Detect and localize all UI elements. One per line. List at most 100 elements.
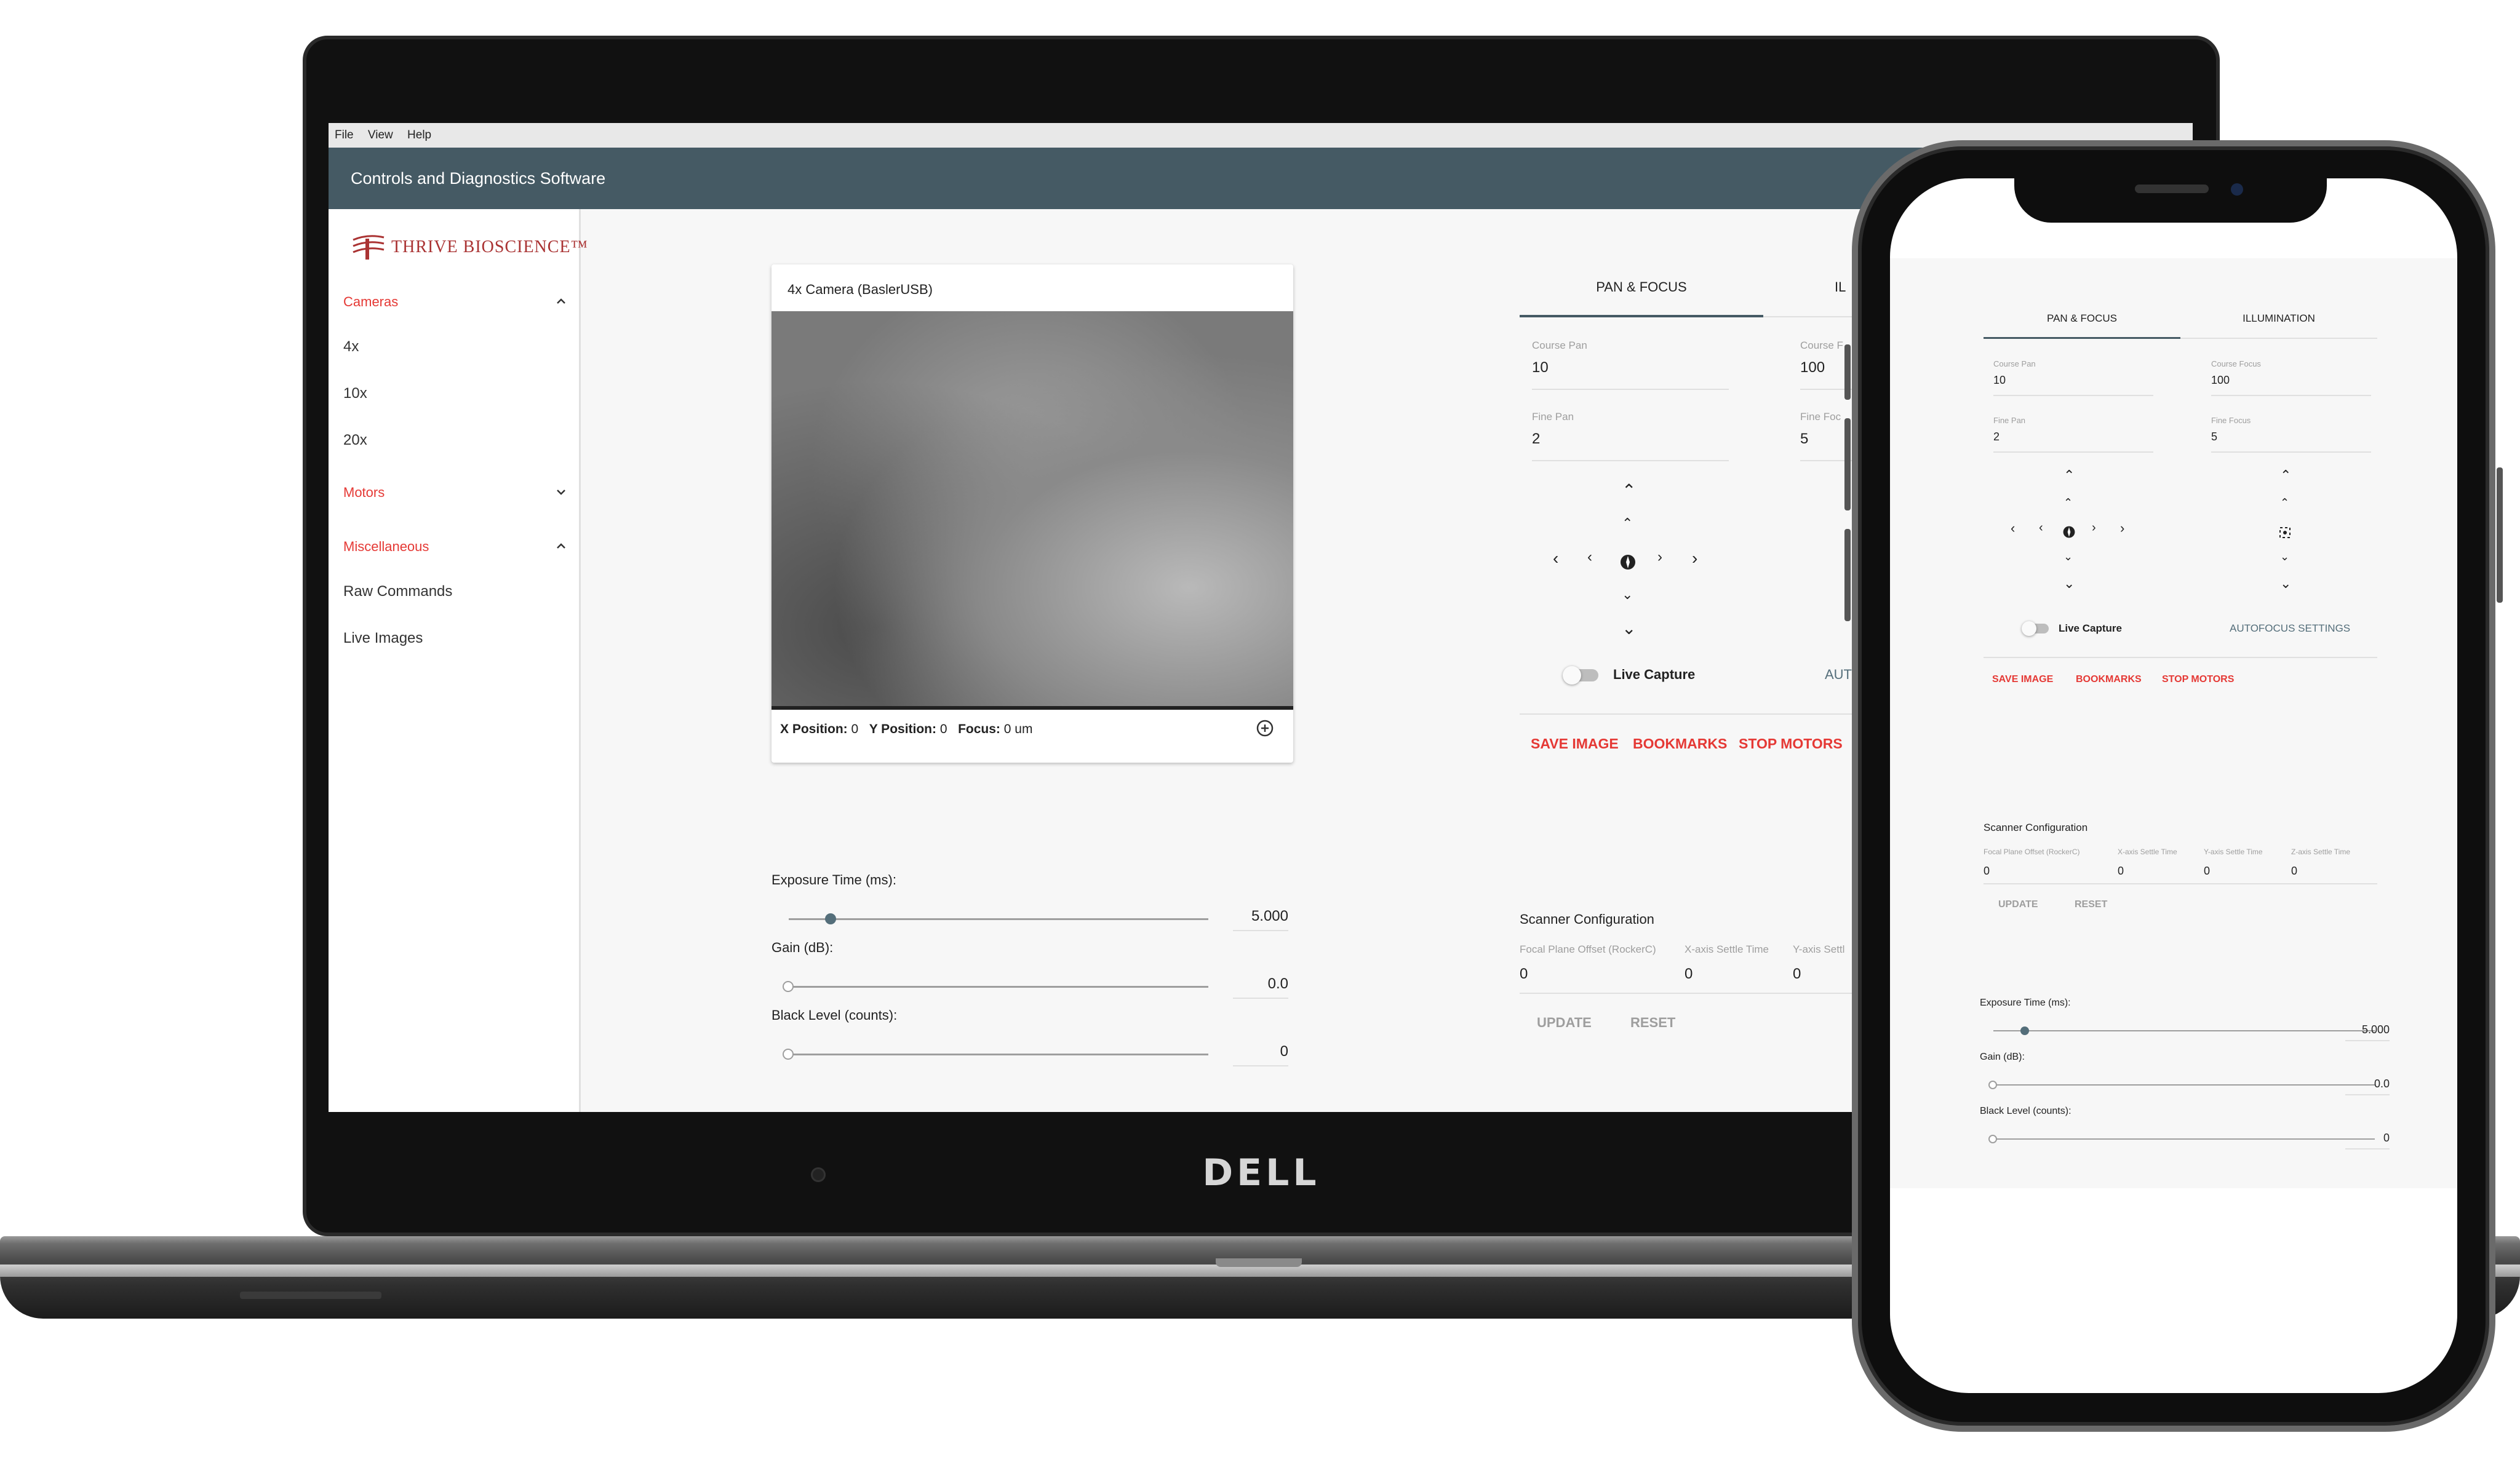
focus-up-icon[interactable]: ⌃ bbox=[2280, 497, 2289, 508]
tab-pan-focus[interactable]: PAN & FOCUS bbox=[1520, 279, 1763, 295]
course-focus-input[interactable]: 100 bbox=[2211, 374, 2230, 387]
black-level-slider-track[interactable] bbox=[1993, 1138, 2375, 1140]
pan-up-icon[interactable]: ⌃ bbox=[1622, 517, 1633, 530]
fine-focus-input[interactable]: 5 bbox=[1800, 431, 1808, 448]
bookmarks-button[interactable]: BOOKMARKS bbox=[2076, 674, 2142, 685]
pan-left-fast-icon[interactable]: ‹ bbox=[2011, 522, 2015, 535]
sidebar: THRIVE BIOSCIENCE™ Cameras 4x 10x 20x Mo… bbox=[329, 209, 588, 1112]
sidebar-section-misc[interactable]: Miscellaneous bbox=[343, 539, 429, 555]
sidebar-section-motors[interactable]: Motors bbox=[343, 485, 385, 501]
menu-file[interactable]: File bbox=[335, 129, 354, 141]
tab-illumination[interactable]: ILLUMINATION bbox=[2180, 312, 2377, 325]
pan-home-icon[interactable] bbox=[2062, 525, 2076, 539]
sidebar-item-live-images[interactable]: Live Images bbox=[343, 630, 423, 647]
panel-divider bbox=[1984, 657, 2377, 658]
scanner-focal-input[interactable]: 0 bbox=[1520, 966, 1528, 983]
exposure-slider-track[interactable] bbox=[1993, 1030, 2375, 1031]
pan-up-fast-icon[interactable]: ⌃ bbox=[2063, 469, 2075, 482]
focus-target-icon[interactable] bbox=[2279, 526, 2291, 539]
pan-down-icon[interactable]: ⌄ bbox=[1622, 588, 1633, 602]
tab-pan-focus[interactable]: PAN & FOCUS bbox=[1984, 312, 2180, 325]
pan-down-icon[interactable]: ⌄ bbox=[2063, 551, 2073, 562]
phone-volume-down bbox=[1844, 529, 1851, 621]
fine-focus-input[interactable]: 5 bbox=[2211, 431, 2217, 443]
stop-motors-button[interactable]: STOP MOTORS bbox=[1739, 736, 1843, 752]
course-focus-label: Course Focus bbox=[2211, 359, 2261, 368]
fine-pan-input[interactable]: 2 bbox=[1532, 431, 1540, 448]
focus-up-fast-icon[interactable]: ⌃ bbox=[2280, 469, 2291, 482]
pan-down-fast-icon[interactable]: ⌄ bbox=[1622, 620, 1636, 637]
sidebar-item-20x[interactable]: 20x bbox=[343, 432, 367, 449]
fine-pan-input[interactable]: 2 bbox=[1993, 431, 2000, 443]
scanner-x-input[interactable]: 0 bbox=[2118, 865, 2124, 878]
scanner-reset-button[interactable]: RESET bbox=[2075, 899, 2107, 910]
focus-down-icon[interactable]: ⌄ bbox=[2280, 551, 2289, 562]
phone-volume-up bbox=[1844, 418, 1851, 510]
bookmarks-button[interactable]: BOOKMARKS bbox=[1633, 736, 1727, 752]
pan-up-icon[interactable]: ⌃ bbox=[2063, 497, 2073, 508]
autofocus-settings-button[interactable]: AUT bbox=[1825, 667, 1852, 683]
pan-right-fast-icon[interactable]: › bbox=[1692, 550, 1697, 567]
stop-motors-button[interactable]: STOP MOTORS bbox=[2162, 674, 2234, 685]
gain-slider-track[interactable] bbox=[1993, 1084, 2375, 1086]
scanner-y-input[interactable]: 0 bbox=[1793, 966, 1801, 983]
pan-right-icon[interactable]: › bbox=[1657, 550, 1662, 565]
chevron-down-icon[interactable] bbox=[555, 486, 567, 498]
menu-help[interactable]: Help bbox=[407, 129, 431, 141]
exposure-slider-thumb[interactable] bbox=[825, 913, 836, 924]
black-level-slider-thumb[interactable] bbox=[1988, 1135, 1997, 1143]
pan-left-fast-icon[interactable]: ‹ bbox=[1553, 550, 1558, 567]
pan-right-fast-icon[interactable]: › bbox=[2120, 522, 2124, 535]
zoom-in-icon[interactable] bbox=[1255, 718, 1275, 738]
live-capture-toggle-knob[interactable] bbox=[2022, 621, 2036, 636]
menu-view[interactable]: View bbox=[368, 129, 393, 141]
gain-slider-thumb[interactable] bbox=[783, 981, 794, 992]
phone-power-button bbox=[2497, 467, 2503, 603]
focus-label: Focus: bbox=[958, 722, 1000, 736]
scanner-y-input[interactable]: 0 bbox=[2204, 865, 2210, 878]
focus-down-fast-icon[interactable]: ⌄ bbox=[2280, 577, 2291, 590]
black-level-value[interactable]: 0 bbox=[2345, 1132, 2390, 1149]
scanner-focal-input[interactable]: 0 bbox=[1984, 865, 1990, 878]
gain-label: Gain (dB): bbox=[1980, 1052, 2025, 1062]
exposure-slider-thumb[interactable] bbox=[2020, 1026, 2029, 1035]
sidebar-item-10x[interactable]: 10x bbox=[343, 385, 367, 402]
scanner-update-button[interactable]: UPDATE bbox=[1537, 1015, 1592, 1031]
sidebar-item-4x[interactable]: 4x bbox=[343, 338, 359, 355]
laptop-vent bbox=[240, 1292, 381, 1299]
pan-down-fast-icon[interactable]: ⌄ bbox=[2063, 577, 2075, 590]
autofocus-settings-button[interactable]: AUTOFOCUS SETTINGS bbox=[2230, 622, 2350, 635]
scanner-z-input[interactable]: 0 bbox=[2291, 865, 2297, 878]
pan-right-icon[interactable]: › bbox=[2092, 522, 2096, 534]
chevron-up-icon[interactable] bbox=[555, 295, 567, 308]
pan-left-icon[interactable]: ‹ bbox=[2039, 522, 2043, 534]
pan-left-icon[interactable]: ‹ bbox=[1587, 550, 1592, 565]
gain-value[interactable]: 0.0 bbox=[2345, 1078, 2390, 1095]
chevron-up-icon[interactable] bbox=[555, 540, 567, 552]
save-image-button[interactable]: SAVE IMAGE bbox=[1992, 674, 2053, 685]
exposure-value[interactable]: 5.000 bbox=[1233, 908, 1288, 931]
sidebar-item-raw-commands[interactable]: Raw Commands bbox=[343, 583, 452, 600]
exposure-slider-track[interactable] bbox=[789, 918, 1208, 920]
course-pan-input[interactable]: 10 bbox=[1993, 374, 2006, 387]
scanner-reset-button[interactable]: RESET bbox=[1630, 1015, 1675, 1031]
exposure-value[interactable]: 5.000 bbox=[2345, 1023, 2390, 1041]
gain-value[interactable]: 0.0 bbox=[1233, 975, 1288, 999]
y-position-label: Y Position: bbox=[869, 722, 937, 736]
black-level-slider-track[interactable] bbox=[789, 1054, 1208, 1055]
sidebar-section-cameras[interactable]: Cameras bbox=[343, 294, 398, 310]
tab-illumination[interactable]: IL bbox=[1835, 279, 1846, 295]
live-capture-toggle-knob[interactable] bbox=[1563, 666, 1581, 685]
course-focus-input[interactable]: 100 bbox=[1800, 359, 1825, 376]
save-image-button[interactable]: SAVE IMAGE bbox=[1531, 736, 1619, 752]
pan-up-fast-icon[interactable]: ⌃ bbox=[1622, 482, 1636, 499]
black-level-value[interactable]: 0 bbox=[1233, 1043, 1288, 1066]
scanner-update-button[interactable]: UPDATE bbox=[1998, 899, 2038, 910]
phone-front-camera bbox=[2231, 183, 2243, 196]
gain-slider-thumb[interactable] bbox=[1988, 1081, 1997, 1089]
pan-home-icon[interactable] bbox=[1619, 554, 1637, 571]
gain-slider-track[interactable] bbox=[789, 986, 1208, 988]
scanner-x-input[interactable]: 0 bbox=[1685, 966, 1693, 983]
black-level-slider-thumb[interactable] bbox=[783, 1049, 794, 1060]
course-pan-input[interactable]: 10 bbox=[1532, 359, 1549, 376]
